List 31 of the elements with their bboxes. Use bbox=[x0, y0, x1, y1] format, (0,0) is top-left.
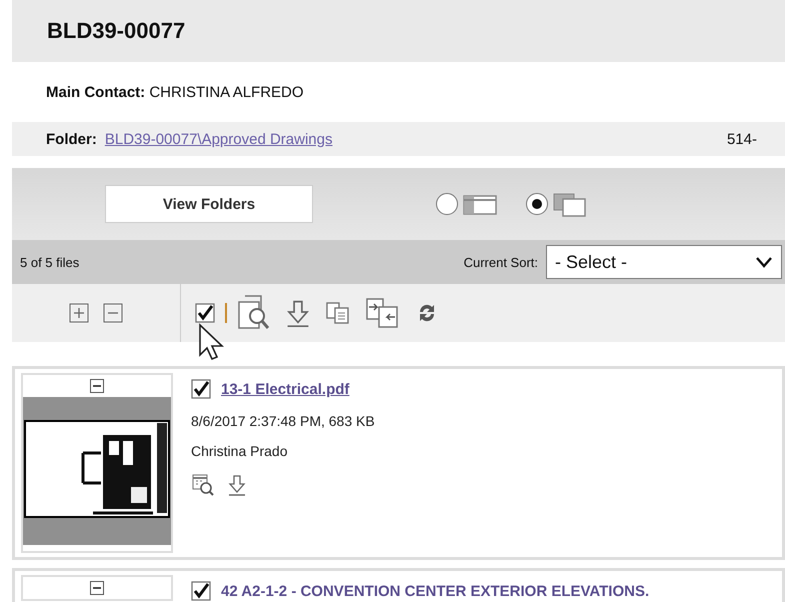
main-contact: Main Contact: CHRISTINA ALFREDO bbox=[46, 84, 304, 100]
collapse-all-icon[interactable] bbox=[103, 303, 123, 323]
download-icon[interactable] bbox=[227, 474, 247, 496]
file-checkbox[interactable] bbox=[191, 581, 211, 601]
copy-icon[interactable] bbox=[325, 301, 351, 325]
folder-label: Folder: bbox=[46, 130, 97, 148]
file-author: Christina Prado bbox=[191, 443, 288, 459]
sort-dropdown[interactable]: - Select - bbox=[546, 245, 782, 279]
folder-extra: 514- bbox=[726, 130, 757, 148]
view-folders-button[interactable]: View Folders bbox=[105, 185, 313, 223]
move-icon[interactable] bbox=[365, 297, 401, 329]
chevron-down-icon bbox=[755, 256, 773, 268]
sort-label: Current Sort: bbox=[464, 254, 538, 270]
download-icon[interactable] bbox=[285, 298, 311, 328]
file-link[interactable]: 13-1 Electrical.pdf bbox=[221, 380, 350, 398]
select-all-checkbox[interactable] bbox=[195, 303, 215, 323]
cursor-icon bbox=[198, 323, 226, 363]
folder-link[interactable]: BLD39-00077\Approved Drawings bbox=[104, 130, 332, 148]
preview-icon[interactable] bbox=[191, 473, 215, 497]
tiles-view-icon bbox=[553, 191, 587, 217]
preview-icon[interactable] bbox=[237, 294, 271, 332]
view-mode-radio[interactable] bbox=[435, 192, 459, 216]
file-checkbox[interactable] bbox=[191, 379, 211, 399]
view-mode-radio[interactable] bbox=[525, 192, 549, 216]
file-meta: 8/6/2017 2:37:48 PM, 683 KB bbox=[191, 413, 375, 429]
file-count: 5 of 5 files bbox=[20, 254, 80, 270]
collapse-icon[interactable] bbox=[90, 581, 104, 595]
expand-all-icon[interactable] bbox=[69, 303, 89, 323]
record-title: BLD39-00077 bbox=[47, 18, 186, 44]
collapse-icon[interactable] bbox=[90, 379, 104, 393]
list-view-icon bbox=[463, 193, 497, 215]
